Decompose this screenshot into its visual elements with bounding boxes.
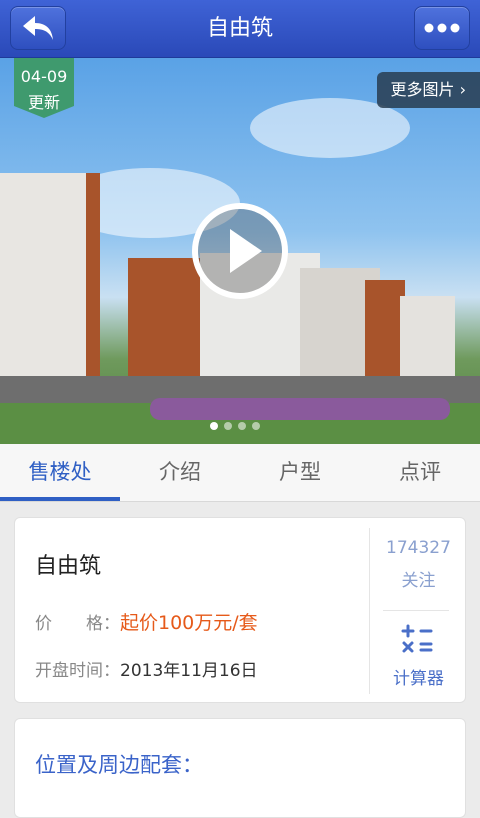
app-header: 自由筑 (0, 0, 480, 58)
hero-image[interactable]: 04-09 更新 更多图片 › (0, 58, 480, 444)
carousel-dot[interactable] (238, 422, 246, 430)
page-title: 自由筑 (100, 0, 380, 58)
play-icon[interactable] (192, 203, 288, 299)
back-arrow-icon (21, 14, 55, 42)
update-badge-date: 04-09 (14, 64, 74, 90)
property-name: 自由筑 (35, 548, 101, 580)
back-button[interactable] (10, 6, 66, 50)
follow-count[interactable]: 174327 (370, 538, 467, 558)
opening-date-label: 开盘时间： (35, 661, 120, 681)
calculator-button[interactable]: 计算器 (370, 664, 467, 689)
follow-button[interactable]: 关注 (370, 566, 467, 591)
price-row: 价 格：起价100万元/套 (35, 608, 258, 635)
building (365, 280, 405, 378)
opening-date-value: 2013年11月16日 (120, 661, 258, 681)
calculator-icon[interactable] (400, 622, 434, 656)
location-card: 位置及周边配套： (14, 718, 466, 818)
update-badge: 04-09 更新 (14, 58, 74, 118)
update-badge-label: 更新 (14, 90, 74, 116)
carousel-dot[interactable] (224, 422, 232, 430)
price-value: 起价100万元/套 (120, 612, 258, 634)
tab-reviews[interactable]: 点评 (360, 444, 480, 501)
carousel-dot[interactable] (252, 422, 260, 430)
carousel-dot[interactable] (210, 422, 218, 430)
tab-bar: 售楼处 介绍 户型 点评 (0, 444, 480, 502)
price-label: 价 格： (35, 614, 120, 634)
building (0, 173, 100, 383)
flower-bed (150, 398, 450, 420)
tab-floor-plans[interactable]: 户型 (240, 444, 360, 501)
location-title[interactable]: 位置及周边配套： (35, 749, 203, 779)
more-dots-icon (424, 23, 460, 33)
more-button[interactable] (414, 6, 470, 50)
tab-sales-office[interactable]: 售楼处 (0, 444, 120, 501)
divider (383, 610, 449, 611)
more-pictures-button[interactable]: 更多图片 › (377, 72, 480, 108)
carousel-indicator (210, 422, 260, 430)
tab-introduction[interactable]: 介绍 (120, 444, 240, 501)
property-info-card: 自由筑 价 格：起价100万元/套 开盘时间：2013年11月16日 17432… (14, 517, 466, 703)
building (400, 296, 455, 378)
opening-date-row: 开盘时间：2013年11月16日 (35, 656, 258, 681)
